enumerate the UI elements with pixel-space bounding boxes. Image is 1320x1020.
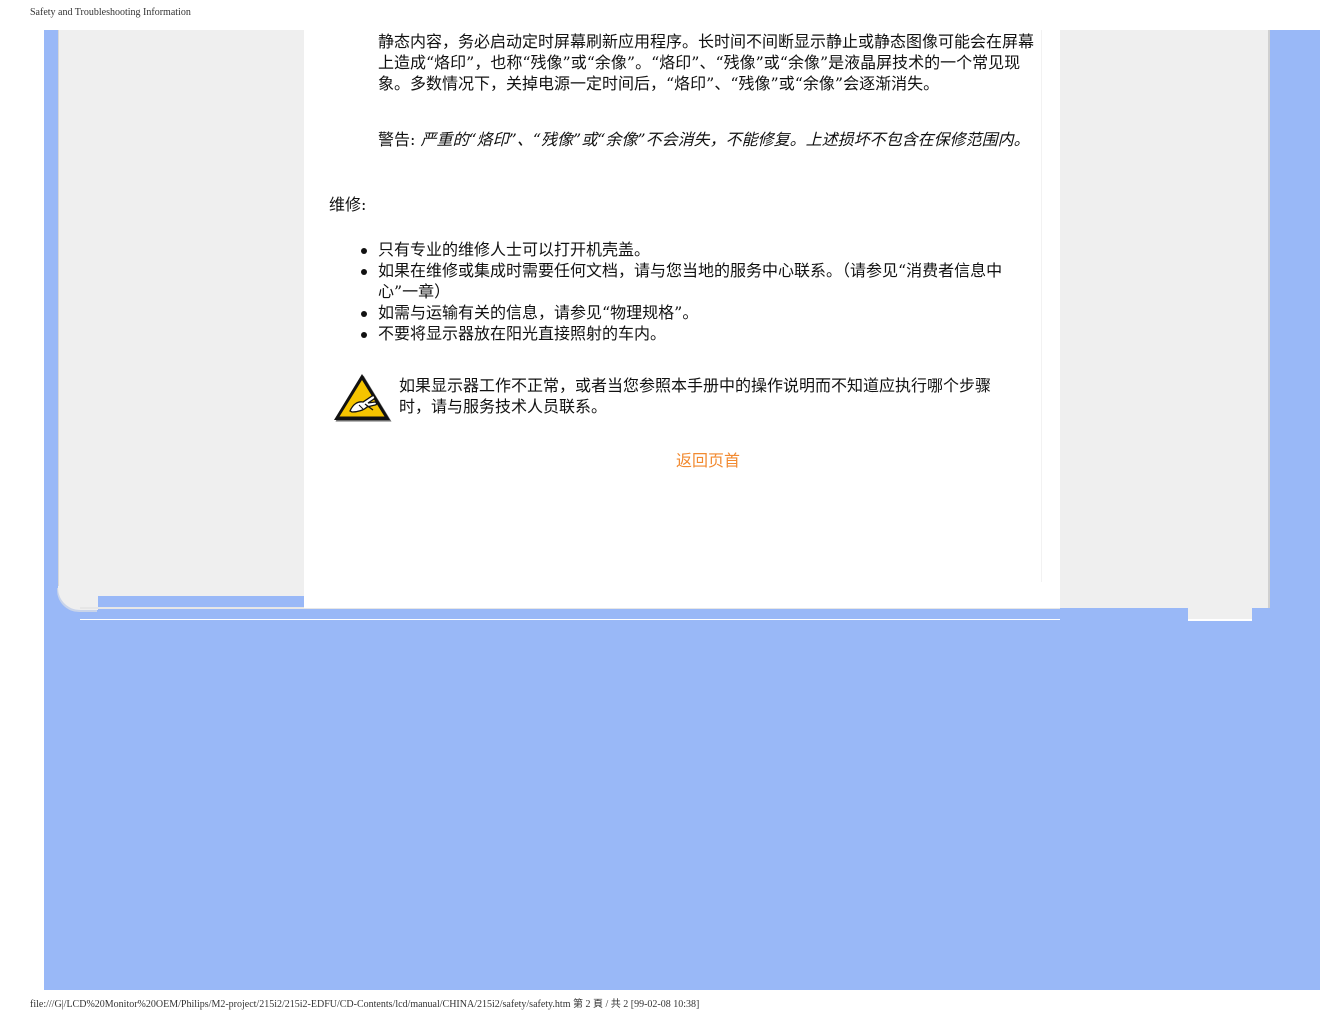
left-frame-panel: [58, 30, 305, 596]
warning-text: 严重的“烙印”、“残像”或“余像”不会消失，不能修复。上述损坏不包含在保修范围内…: [420, 130, 1030, 149]
list-item-text: 只有专业的维修人士可以打开机壳盖。: [378, 240, 651, 259]
content-edge: [1041, 30, 1042, 582]
service-list: 只有专业的维修人士可以打开机壳盖。 如果在维修或集成时需要任何文档，请与您当地的…: [361, 239, 1038, 344]
list-item: 只有专业的维修人士可以打开机壳盖。: [361, 239, 1038, 260]
right-frame-tab: [1188, 589, 1252, 621]
print-footer: file:///G|/LCD%20Monitor%20OEM/Philips/M…: [30, 999, 700, 1010]
list-item-text: 不要将显示器放在阳光直接照射的车内。: [378, 324, 667, 343]
bullet-icon: [361, 248, 367, 254]
service-heading: 维修:: [329, 195, 367, 214]
right-frame-panel: [1060, 30, 1270, 608]
warning-label: 警告:: [378, 130, 421, 149]
list-item: 不要将显示器放在阳光直接照射的车内。: [361, 323, 1038, 344]
print-header: Safety and Troubleshooting Information: [30, 7, 191, 18]
printed-page: Safety and Troubleshooting Information 静…: [0, 0, 1320, 1020]
list-item-text: 如果在维修或集成时需要任何文档，请与您当地的服务中心联系。（请参见“消费者信息中…: [378, 261, 1003, 301]
intro-paragraph: 静态内容，务必启动定时屏幕刷新应用程序。长时间不间断显示静止或静态图像可能会在屏…: [378, 32, 1035, 93]
list-item: 如果在维修或集成时需要任何文档，请与您当地的服务中心联系。（请参见“消费者信息中…: [361, 260, 1038, 302]
bullet-icon: [361, 332, 367, 338]
warning-paragraph: 警告: 严重的“烙印”、“残像”或“余像”不会消失，不能修复。上述损坏不包含在保…: [378, 129, 1038, 150]
bullet-icon: [361, 269, 367, 275]
back-to-top-link[interactable]: 返回页首: [676, 450, 740, 471]
divider-line: [80, 619, 1060, 620]
bullet-icon: [361, 311, 367, 317]
service-notice: 如果显示器工作不正常，或者当您参照本手册中的操作说明而不知道应执行哪个步骤时，请…: [399, 376, 992, 416]
divider-line-right: [1188, 619, 1252, 620]
warning-triangle-hand-icon: [334, 374, 392, 422]
list-item: 如需与运输有关的信息，请参见“物理规格”。: [361, 302, 1038, 323]
list-item-text: 如需与运输有关的信息，请参见“物理规格”。: [378, 303, 699, 322]
